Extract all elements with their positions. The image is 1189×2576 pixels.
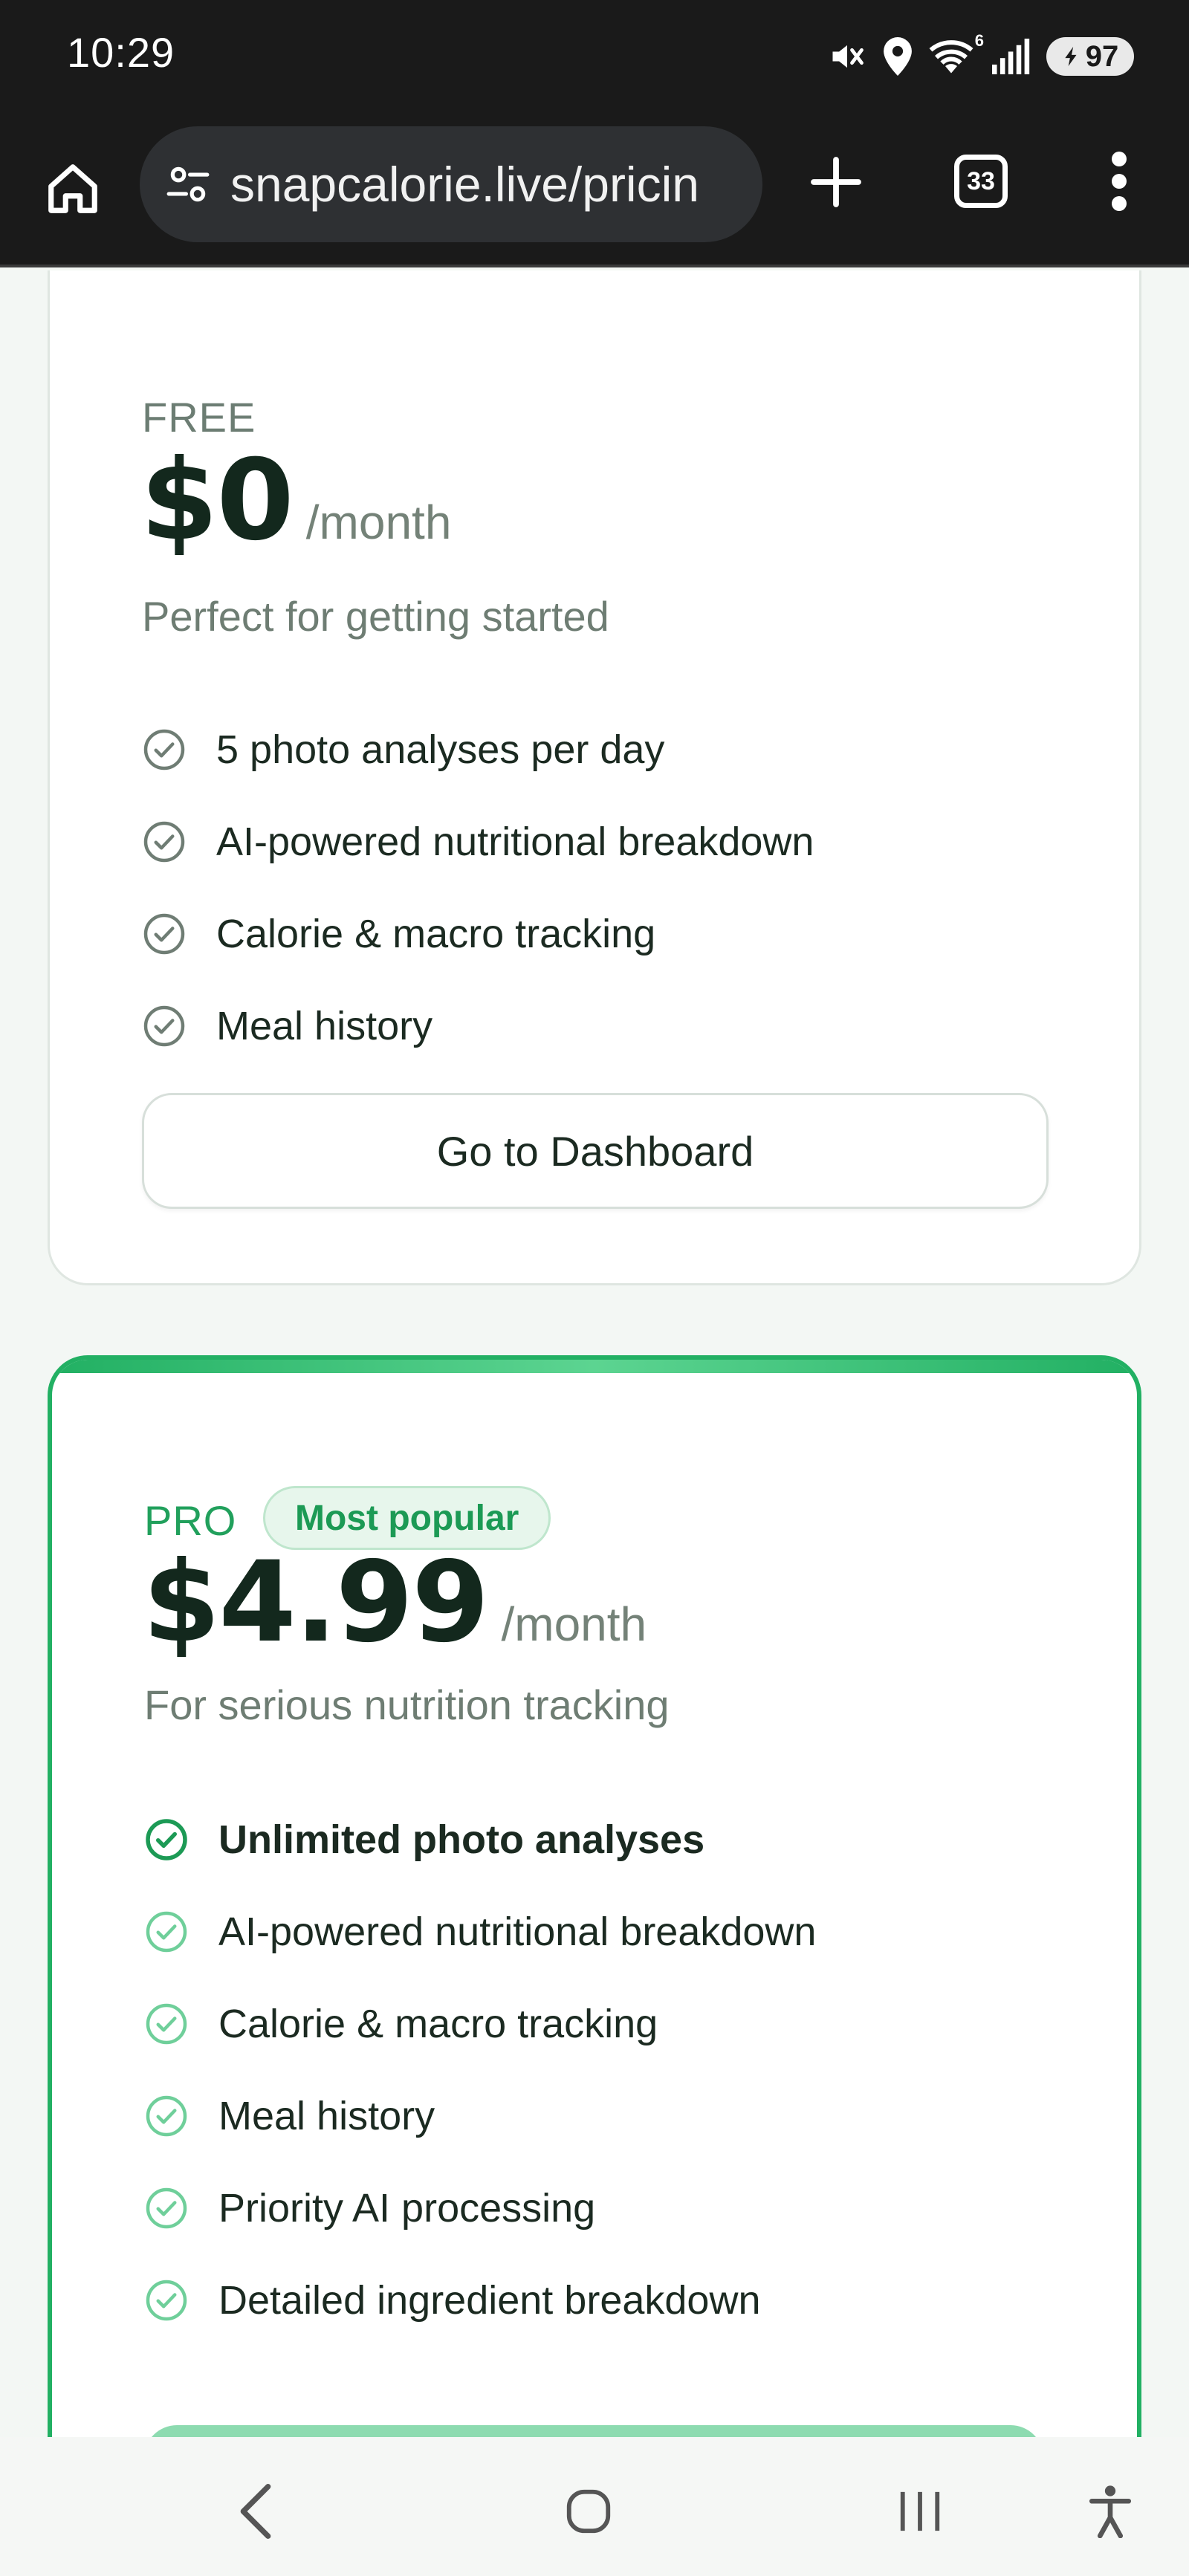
free-plan-card: FREE $0 /month Perfect for getting start… [48, 270, 1141, 1285]
check-circle-icon [142, 727, 187, 772]
feature-item: Meal history [142, 980, 814, 1072]
feature-item: Priority AI processing [144, 2162, 816, 2254]
price-row: $4.99 /month [143, 1538, 647, 1667]
feature-text: Calorie & macro tracking [216, 912, 656, 956]
address-bar[interactable]: snapcalorie.live/pricin [140, 126, 762, 242]
go-to-dashboard-button[interactable]: Go to Dashboard [142, 1093, 1049, 1209]
feature-list: 5 photo analyses per day AI-powered nutr… [142, 704, 814, 1072]
battery-charging-icon [1062, 47, 1081, 66]
plan-tagline: For serious nutrition tracking [144, 1681, 670, 1728]
battery-indicator: 97 [1046, 37, 1134, 76]
feature-item: Calorie & macro tracking [142, 888, 814, 980]
new-tab-button[interactable] [803, 149, 869, 215]
plan-price: $0 [140, 436, 294, 565]
check-circle-icon [144, 2278, 189, 2323]
tab-count: 33 [967, 166, 995, 195]
plan-tagline: Perfect for getting started [142, 593, 609, 640]
system-nav-bar [0, 2437, 1189, 2576]
more-menu-button[interactable] [1097, 144, 1141, 218]
feature-text: Meal history [218, 2094, 435, 2138]
status-time: 10:29 [67, 29, 175, 76]
feature-item: Detailed ingredient breakdown [144, 2254, 816, 2346]
home-button[interactable] [551, 2474, 626, 2549]
plus-icon [811, 157, 861, 207]
feature-text: AI-powered nutritional breakdown [218, 1910, 817, 1954]
check-circle-icon [144, 1817, 189, 1862]
browser-toolbar: snapcalorie.live/pricin 33 [0, 119, 1189, 267]
back-button[interactable] [218, 2474, 293, 2549]
home-circle-icon [566, 2489, 611, 2534]
feature-item: AI-powered nutritional breakdown [142, 796, 814, 888]
feature-item: AI-powered nutritional breakdown [144, 1886, 816, 1978]
check-circle-icon [142, 1004, 187, 1048]
plan-label: FREE [142, 394, 256, 441]
check-circle-icon [144, 2094, 189, 2138]
feature-text: Unlimited photo analyses [218, 1817, 705, 1862]
feature-text: Meal history [216, 1004, 433, 1048]
signal-icon [990, 39, 1030, 74]
back-icon [240, 2484, 271, 2539]
check-circle-icon [142, 820, 187, 864]
price-period: /month [305, 496, 452, 549]
feature-item: Unlimited photo analyses [144, 1794, 816, 1886]
pricing-content[interactable]: FREE $0 /month Perfect for getting start… [0, 270, 1189, 2437]
feature-text: Priority AI processing [218, 2186, 596, 2231]
mute-icon [828, 37, 866, 76]
price-period: /month [501, 1597, 647, 1651]
wifi-badge: 6 [974, 31, 984, 50]
location-icon [883, 37, 913, 76]
site-settings-icon[interactable] [162, 158, 214, 210]
wifi-icon: 6 [929, 31, 984, 76]
price-row: $0 /month [140, 436, 451, 565]
recents-icon [900, 2491, 940, 2531]
accessibility-button[interactable] [1073, 2474, 1147, 2549]
recents-button[interactable] [883, 2474, 957, 2549]
home-icon [48, 164, 97, 213]
battery-level: 97 [1085, 39, 1119, 73]
highlight-bar [52, 1360, 1137, 1373]
browser-home-button[interactable] [39, 155, 107, 223]
plan-price: $4.99 [143, 1538, 489, 1667]
tab-switcher-button[interactable]: 33 [954, 155, 1008, 208]
check-circle-icon [144, 2002, 189, 2046]
feature-text: Detailed ingredient breakdown [218, 2278, 761, 2323]
feature-text: 5 photo analyses per day [216, 727, 665, 772]
more-vert-icon [1112, 152, 1127, 211]
feature-item: Meal history [144, 2070, 816, 2162]
check-circle-icon [142, 912, 187, 956]
feature-item: 5 photo analyses per day [142, 704, 814, 796]
check-circle-icon [144, 1910, 189, 1954]
status-icons: 6 97 [828, 27, 1134, 86]
accessibility-icon [1089, 2485, 1132, 2538]
check-circle-icon [144, 2186, 189, 2231]
feature-item: Calorie & macro tracking [144, 1978, 816, 2070]
pro-upgrade-button[interactable] [144, 2425, 1043, 2437]
feature-text: Calorie & macro tracking [218, 2002, 658, 2046]
url-text[interactable]: snapcalorie.live/pricin [230, 156, 699, 212]
pro-plan-card: PRO Most popular $4.99 /month For seriou… [48, 1355, 1141, 2437]
status-bar: 10:29 6 97 [0, 0, 1189, 119]
feature-list: Unlimited photo analyses AI-powered nutr… [144, 1794, 816, 2346]
feature-text: AI-powered nutritional breakdown [216, 820, 814, 864]
